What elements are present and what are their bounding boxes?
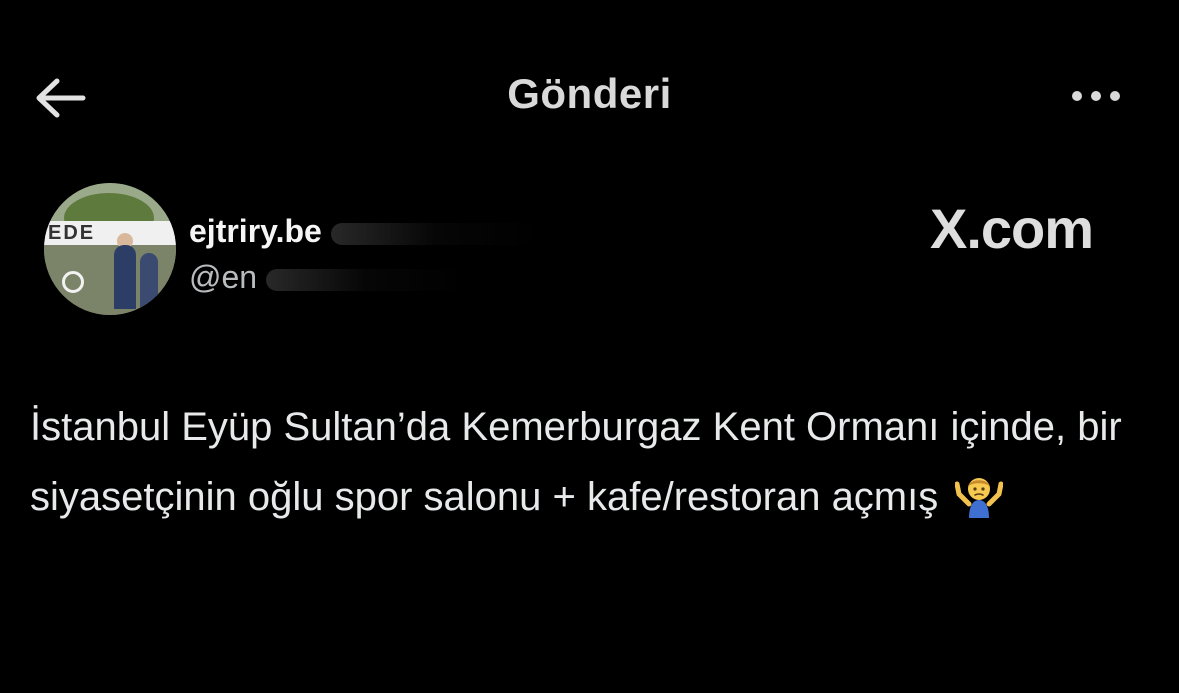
author-handle[interactable]: @en (189, 257, 541, 297)
tweet-body: İstanbul Eyüp Sultan’da Kemerburgaz Kent… (30, 392, 1155, 532)
handle-text: @en (189, 259, 258, 295)
redaction-blur (330, 222, 541, 245)
author-names[interactable]: ejtriry.be @en (189, 211, 541, 297)
avatar-person (140, 253, 158, 311)
avatar[interactable]: EDE (44, 183, 176, 315)
more-dot (1091, 91, 1101, 101)
person-shrugging-icon (955, 478, 1004, 519)
author-display-name[interactable]: ejtriry.be (189, 211, 541, 251)
x-watermark: X.com (930, 197, 1094, 260)
avatar-person (114, 245, 136, 309)
top-bar: Gönderi (0, 0, 1179, 190)
page-title: Gönderi (507, 70, 672, 117)
more-dot (1110, 91, 1120, 101)
redaction-blur (265, 268, 466, 291)
avatar-badge (62, 271, 84, 293)
display-name-text: ejtriry.be (189, 213, 322, 249)
more-horizontal-icon (1072, 91, 1082, 101)
avatar-sign: EDE (44, 221, 176, 245)
more-options-button[interactable] (1060, 70, 1132, 122)
